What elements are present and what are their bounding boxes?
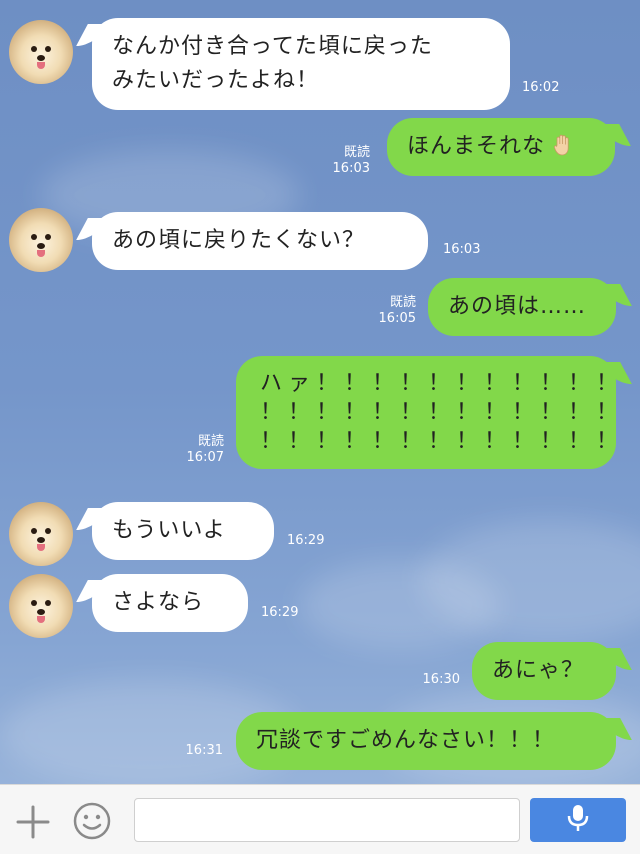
- contact-avatar[interactable]: [9, 208, 73, 272]
- message-text: さよなら: [112, 590, 205, 615]
- message-time: 16:03: [332, 161, 370, 176]
- message-text: あの頃は……: [448, 294, 587, 319]
- raised-hand-emoji-icon: [553, 133, 573, 156]
- contact-avatar[interactable]: [9, 502, 73, 566]
- read-receipt-block: 既読 16:07: [176, 434, 224, 466]
- read-receipt: 既読: [343, 145, 370, 160]
- message-time: 16:07: [186, 450, 224, 465]
- emoji-icon[interactable]: [72, 801, 112, 841]
- read-receipt-block: 既読 16:05: [368, 295, 416, 327]
- outgoing-message-bubble[interactable]: あの頃は……: [428, 278, 616, 336]
- incoming-message-bubble[interactable]: さよなら: [92, 574, 248, 632]
- message-time: 16:05: [378, 311, 416, 326]
- message-line: ！！！！！！！！！！！！！: [260, 429, 625, 454]
- message-text: あにゃ？: [492, 658, 585, 683]
- message-time: 16:29: [287, 533, 325, 548]
- message-time: 16:02: [522, 80, 560, 95]
- message-time: 16:31: [185, 743, 223, 758]
- message-line: ！！！！！！！！！！！！！: [260, 400, 625, 425]
- read-receipt-block: 既読 16:03: [322, 145, 370, 177]
- outgoing-message-bubble[interactable]: 冗談ですごめんなさい！！！: [236, 712, 616, 770]
- incoming-message-bubble[interactable]: なんか付き合ってた頃に戻った みたいだったよね！: [92, 18, 510, 110]
- message-text: 冗談ですごめんなさい！！！: [256, 728, 556, 753]
- chat-area: なんか付き合ってた頃に戻った みたいだったよね！ 16:02 既読 16:03 …: [0, 0, 640, 784]
- message-time: 16:29: [261, 605, 299, 620]
- outgoing-message-bubble[interactable]: あにゃ？: [472, 642, 616, 700]
- incoming-message-bubble[interactable]: あの頃に戻りたくない？: [92, 212, 428, 270]
- contact-avatar[interactable]: [9, 574, 73, 638]
- message-line: みたいだったよね！: [112, 68, 320, 93]
- message-text: あの頃に戻りたくない？: [112, 228, 366, 253]
- incoming-message-bubble[interactable]: もういいよ: [92, 502, 274, 560]
- message-text: ほんまそれな: [407, 134, 546, 159]
- outgoing-message-bubble[interactable]: ほんまそれな: [387, 118, 615, 176]
- mic-button[interactable]: [530, 798, 626, 842]
- read-receipt: 既読: [389, 295, 416, 310]
- message-text: もういいよ: [112, 518, 226, 543]
- read-receipt: 既読: [197, 434, 224, 449]
- message-toolbar: [0, 784, 640, 854]
- outgoing-message-bubble[interactable]: ハァ！！！！！！！！！！！ ！！！！！！！！！！！！！ ！！！！！！！！！！！！…: [236, 356, 625, 469]
- message-line: なんか付き合ってた頃に戻った: [112, 34, 433, 59]
- message-time: 16:03: [443, 242, 481, 257]
- message-time: 16:30: [422, 672, 460, 687]
- message-input[interactable]: [134, 798, 520, 842]
- message-line: ハァ！！！！！！！！！！！: [260, 371, 625, 396]
- plus-icon[interactable]: [14, 803, 52, 841]
- microphone-icon: [565, 803, 591, 837]
- contact-avatar[interactable]: [9, 20, 73, 84]
